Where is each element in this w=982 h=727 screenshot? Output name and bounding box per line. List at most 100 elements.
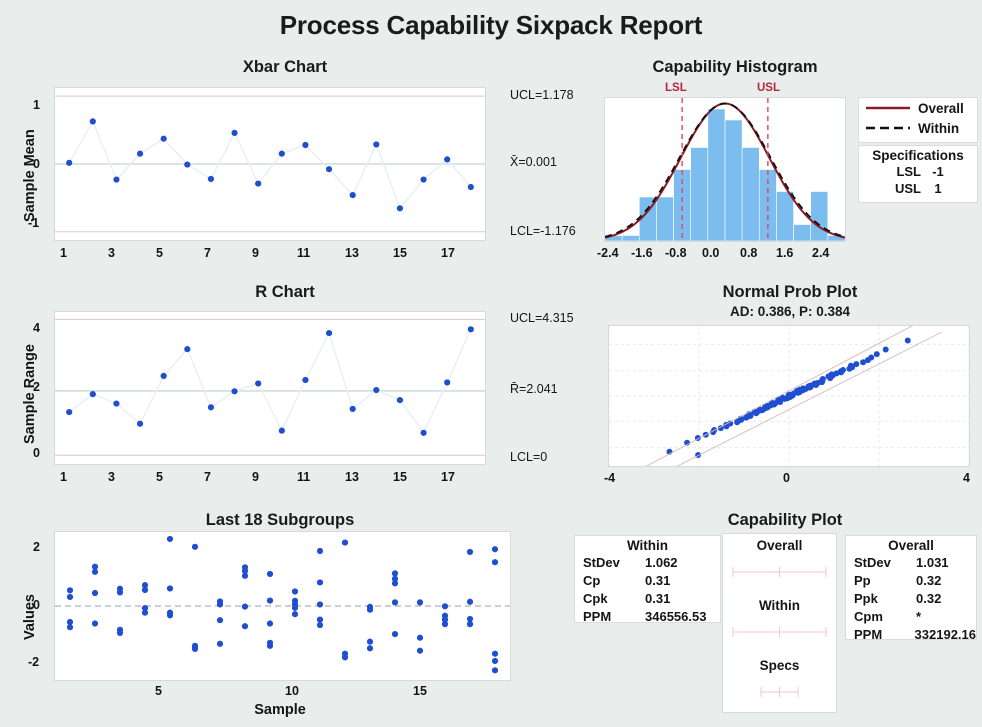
within-cpk-value: 0.31: [645, 590, 720, 608]
overall-ppm-value: 332192.16: [915, 626, 976, 644]
within-cp-key: Cp: [575, 572, 645, 590]
overall-ppk-key: Ppk: [846, 590, 916, 608]
rchart-xtick-7: 7: [204, 470, 211, 484]
spec-row-usl: USL 1: [859, 180, 977, 197]
prob-xtick-1: 0: [783, 471, 790, 485]
last-subgroups-title: Last 18 Subgroups: [50, 511, 510, 530]
within-line-swatch-icon: [865, 122, 911, 134]
process-capability-sixpack-report: Process Capability Sixpack Report Xbar C…: [0, 0, 982, 727]
xbar-xtick-3: 3: [108, 246, 115, 260]
rchart-center-label: R̄=2.041: [510, 382, 558, 396]
within-stats-row-stdev: StDev 1.062: [575, 554, 720, 572]
rchart-lcl-label: LCL=0: [510, 450, 547, 464]
capability-plot-title: Capability Plot: [620, 511, 950, 530]
rchart-xtick-9: 9: [252, 470, 259, 484]
within-stats-table: Within StDev 1.062 Cp 0.31 Cpk 0.31 PPM …: [575, 536, 720, 622]
normal-prob-plot-subtitle: AD: 0.386, P: 0.384: [640, 304, 940, 319]
within-ppm-key: PPM: [575, 608, 645, 626]
xbar-xtick-15: 15: [393, 246, 407, 260]
xbar-xtick-5: 5: [156, 246, 163, 260]
within-stats-row-cpk: Cpk 0.31: [575, 590, 720, 608]
overall-line-swatch-icon: [865, 102, 911, 114]
xbar-chart-title: Xbar Chart: [60, 58, 510, 77]
xbar-xtick-9: 9: [252, 246, 259, 260]
r-chart-y-axis-title: Sample Range: [22, 344, 38, 444]
last-subgroups-plot-area: [55, 532, 510, 680]
within-stdev-value: 1.062: [645, 554, 720, 572]
xbar-xtick-1: 1: [60, 246, 67, 260]
xbar-chart-plot-area: [55, 88, 485, 240]
subgroups-x-axis-title: Sample: [50, 702, 510, 718]
legend-row-overall: Overall: [859, 98, 977, 118]
xbar-ytick-1: 0: [33, 157, 40, 171]
within-ppm-value: 346556.53: [645, 608, 720, 626]
within-stats-header: Within: [575, 536, 720, 554]
histogram-usl-marker: USL: [757, 82, 780, 94]
rchart-xtick-17: 17: [441, 470, 455, 484]
overall-stdev-value: 1.031: [916, 554, 976, 572]
xbar-y-axis-title: Sample Mean: [22, 129, 38, 222]
within-stats-row-ppm: PPM 346556.53: [575, 608, 720, 626]
xbar-ytick-2: -1: [28, 216, 39, 230]
overall-stats-row-ppm: PPM 332192.16: [846, 626, 976, 644]
capability-histogram-plot-area: [605, 98, 845, 241]
hist-xtick-3: 0.0: [702, 246, 719, 260]
overall-stats-table: Overall StDev 1.031 Pp 0.32 Ppk 0.32 Cpm…: [846, 536, 976, 639]
overall-ppm-key: PPM: [846, 626, 915, 644]
xbar-xtick-13: 13: [345, 246, 359, 260]
subgroups-xtick-5: 5: [155, 684, 162, 698]
capability-bands-panel: Overall Within Specs: [723, 534, 836, 712]
within-cpk-key: Cpk: [575, 590, 645, 608]
overall-stats-row-pp: Pp 0.32: [846, 572, 976, 590]
normal-prob-plot-title: Normal Prob Plot: [640, 283, 940, 302]
subgroups-ytick-2: -2: [28, 655, 39, 669]
spec-lsl-value: -1: [921, 163, 955, 180]
capability-histogram-title: Capability Histogram: [600, 58, 870, 77]
overall-stdev-key: StDev: [846, 554, 916, 572]
subgroups-ytick-1: 0: [33, 598, 40, 612]
rchart-ytick-0: 4: [33, 321, 40, 335]
overall-stats-header: Overall: [846, 536, 976, 554]
subgroups-ytick-0: 2: [33, 540, 40, 554]
overall-stats-row-cpm: Cpm *: [846, 608, 976, 626]
r-chart-title: R Chart: [60, 283, 510, 302]
spec-usl-value: 1: [921, 180, 955, 197]
spec-row-lsl: LSL -1: [859, 163, 977, 180]
rchart-ytick-1: 2: [33, 380, 40, 394]
xbar-xtick-11: 11: [297, 246, 310, 260]
xbar-ytick-0: 1: [33, 98, 40, 112]
legend-row-within: Within: [859, 118, 977, 138]
legend-label-within: Within: [918, 121, 959, 136]
specifications-box: Specifications LSL -1 USL 1: [859, 146, 977, 202]
overall-pp-value: 0.32: [916, 572, 976, 590]
specifications-header: Specifications: [859, 146, 977, 163]
spec-lsl-key: LSL: [859, 163, 921, 180]
xbar-lcl-label: LCL=-1.176: [510, 224, 576, 238]
rchart-xtick-3: 3: [108, 470, 115, 484]
hist-xtick-0: -2.4: [597, 246, 619, 260]
overall-cpm-value: *: [916, 608, 976, 626]
hist-xtick-1: -1.6: [631, 246, 653, 260]
overall-ppk-value: 0.32: [916, 590, 976, 608]
hist-xtick-2: -0.8: [665, 246, 687, 260]
rchart-ytick-2: 0: [33, 446, 40, 460]
histogram-lsl-marker: LSL: [665, 82, 687, 94]
subgroups-xtick-15: 15: [413, 684, 427, 698]
prob-xtick-2: 4: [963, 471, 970, 485]
overall-pp-key: Pp: [846, 572, 916, 590]
within-cp-value: 0.31: [645, 572, 720, 590]
rchart-xtick-5: 5: [156, 470, 163, 484]
histogram-legend: Overall Within: [859, 98, 977, 142]
xbar-xtick-7: 7: [204, 246, 211, 260]
rchart-xtick-15: 15: [393, 470, 407, 484]
rchart-xtick-11: 11: [297, 470, 310, 484]
xbar-xtick-17: 17: [441, 246, 455, 260]
hist-xtick-4: 0.8: [740, 246, 757, 260]
rchart-ucl-label: UCL=4.315: [510, 311, 574, 325]
within-stdev-key: StDev: [575, 554, 645, 572]
rchart-xtick-1: 1: [60, 470, 67, 484]
within-stats-row-cp: Cp 0.31: [575, 572, 720, 590]
prob-xtick-0: -4: [604, 471, 615, 485]
overall-stats-row-ppk: Ppk 0.32: [846, 590, 976, 608]
xbar-center-label: X̄=0.001: [510, 155, 557, 169]
